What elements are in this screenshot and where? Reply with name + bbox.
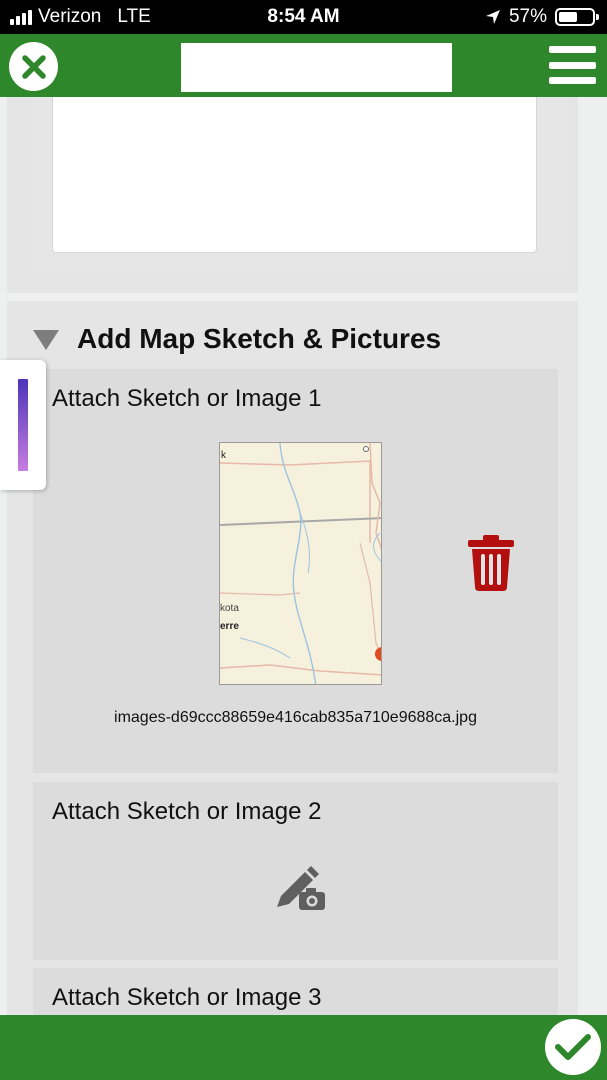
- battery-percent: 57%: [508, 6, 547, 27]
- trash-icon: [468, 535, 514, 591]
- hamburger-icon: [549, 46, 596, 53]
- pencil-camera-icon: [277, 866, 325, 910]
- map-label: erre: [220, 621, 239, 632]
- attachment-label: Attach Sketch or Image 1: [52, 385, 322, 412]
- map-label: kota: [220, 603, 239, 614]
- attachment-filename: images-d69ccc88659e416cab835a710e9688ca.…: [114, 709, 477, 726]
- add-sketch-image-button[interactable]: [275, 860, 327, 917]
- attachment-label: Attach Sketch or Image 2: [52, 798, 322, 825]
- close-icon: [21, 54, 46, 79]
- side-drawer-handle[interactable]: [0, 360, 46, 490]
- attachment-3: Attach Sketch or Image 3: [33, 968, 558, 1015]
- drawer-handle-bar: [18, 379, 28, 471]
- collapse-triangle-icon[interactable]: [33, 330, 59, 350]
- map-image: k kota erre: [220, 443, 381, 684]
- previous-section: [7, 97, 578, 293]
- section-title: Add Map Sketch & Pictures: [77, 323, 442, 354]
- menu-button[interactable]: [549, 46, 596, 84]
- map-sketch-section: Add Map Sketch & Pictures Attach Sketch …: [7, 301, 578, 1015]
- section-header[interactable]: Add Map Sketch & Pictures: [33, 323, 441, 355]
- app-bar: [0, 34, 607, 97]
- attachment-1: Attach Sketch or Image 1 k kota erre ima…: [33, 369, 558, 773]
- map-thumbnail[interactable]: k kota erre: [219, 442, 382, 685]
- location-arrow-icon: [485, 10, 500, 24]
- form-content: Add Map Sketch & Pictures Attach Sketch …: [0, 97, 607, 1015]
- status-right: 57%: [485, 6, 599, 28]
- battery-icon: [555, 8, 599, 26]
- bottom-bar: [0, 1015, 607, 1080]
- notes-textarea[interactable]: [52, 97, 537, 253]
- delete-attachment-button[interactable]: [468, 535, 514, 596]
- app-title: [181, 43, 452, 92]
- submit-button[interactable]: [545, 1019, 601, 1075]
- status-bar: Verizon LTE 8:54 AM 57%: [0, 0, 607, 34]
- attachment-label: Attach Sketch or Image 3: [52, 984, 322, 1011]
- checkmark-icon: [555, 1034, 591, 1060]
- attachment-2: Attach Sketch or Image 2: [33, 782, 558, 960]
- close-button[interactable]: [9, 42, 58, 91]
